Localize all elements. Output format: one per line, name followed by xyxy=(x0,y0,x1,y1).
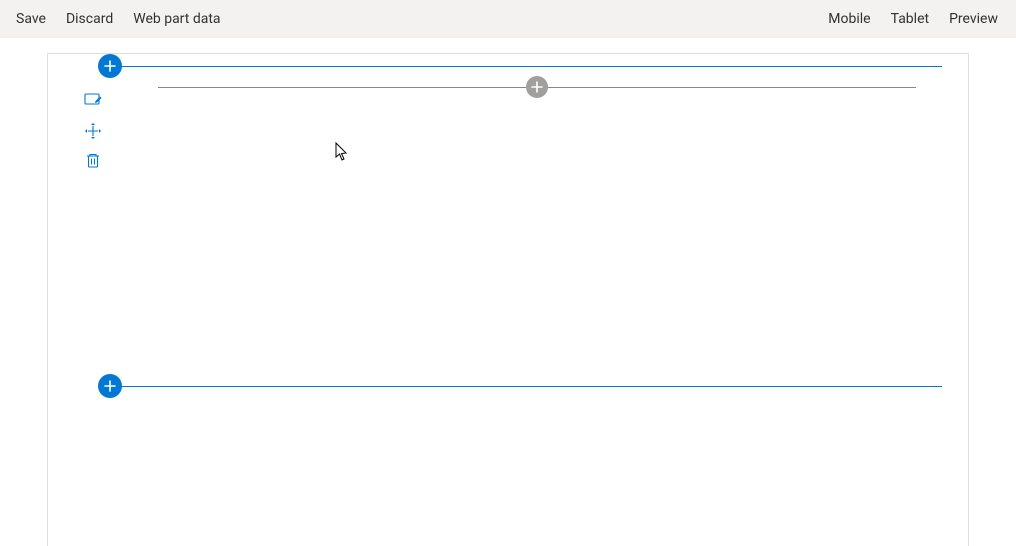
tablet-view-button[interactable]: Tablet xyxy=(891,11,929,27)
add-section-button-top[interactable] xyxy=(98,54,942,78)
move-webpart-button[interactable] xyxy=(84,122,102,140)
plus-icon xyxy=(526,76,548,98)
add-webpart-button[interactable] xyxy=(158,76,916,98)
trash-icon xyxy=(84,152,102,170)
webpart-data-button[interactable]: Web part data xyxy=(133,11,220,27)
delete-webpart-button[interactable] xyxy=(84,152,102,170)
edit-icon xyxy=(84,92,102,110)
command-bar: Save Discard Web part data Mobile Tablet… xyxy=(0,0,1016,38)
mobile-view-button[interactable]: Mobile xyxy=(828,11,870,27)
discard-button[interactable]: Discard xyxy=(66,11,113,27)
webpart-toolbar xyxy=(84,92,102,170)
plus-icon xyxy=(98,54,122,78)
cursor-icon xyxy=(335,142,349,162)
preview-button[interactable]: Preview xyxy=(949,11,998,27)
move-icon xyxy=(84,122,102,140)
save-button[interactable]: Save xyxy=(16,11,46,27)
section-divider xyxy=(122,66,942,67)
edit-webpart-button[interactable] xyxy=(84,92,102,110)
webpart-divider xyxy=(158,87,526,88)
webpart-divider xyxy=(548,87,916,88)
canvas-wrapper xyxy=(0,38,1016,546)
section-divider xyxy=(122,386,942,387)
add-section-button-bottom[interactable] xyxy=(98,374,942,398)
command-bar-right: Mobile Tablet Preview xyxy=(828,11,998,27)
plus-icon xyxy=(98,374,122,398)
command-bar-left: Save Discard Web part data xyxy=(16,11,221,27)
page-canvas xyxy=(47,53,969,546)
